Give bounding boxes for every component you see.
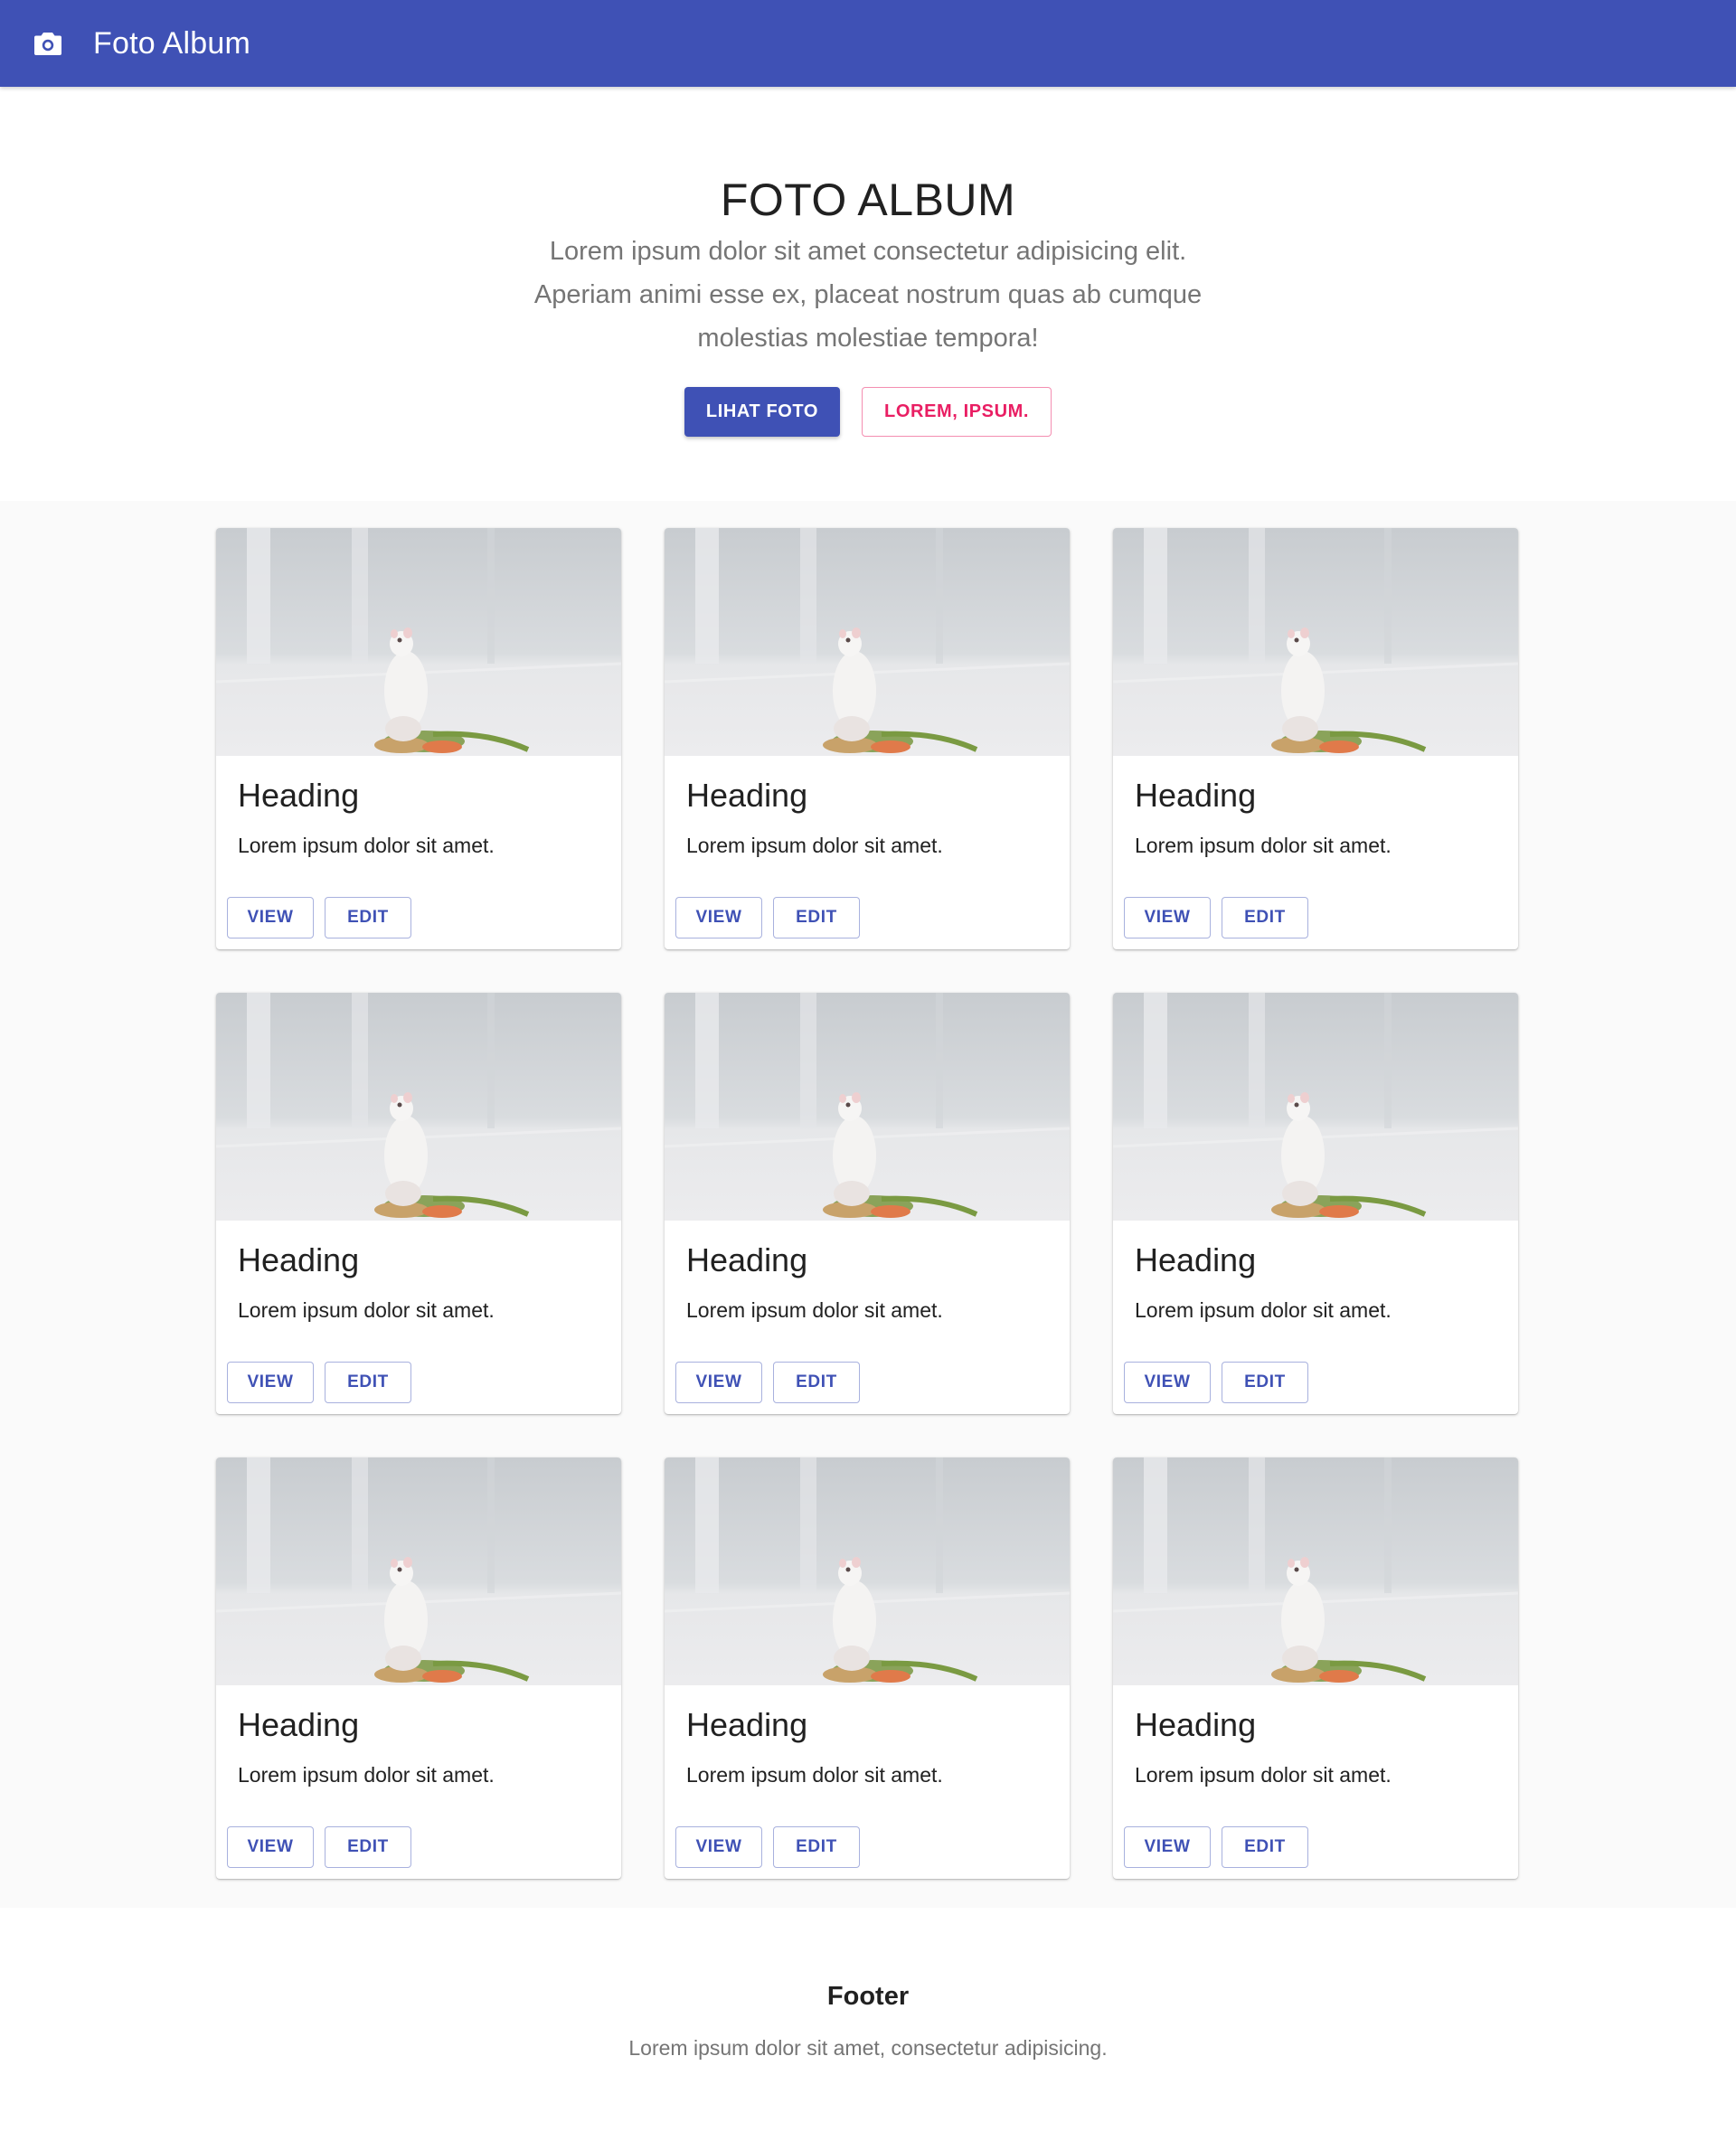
- view-button[interactable]: VIEW: [675, 1362, 762, 1403]
- footer: Footer Lorem ipsum dolor sit amet, conse…: [0, 1908, 1736, 2141]
- card-text: Lorem ipsum dolor sit amet.: [1135, 1298, 1392, 1322]
- album-card: Heading Lorem ipsum dolor sit amet. VIEW…: [1113, 528, 1518, 949]
- edit-button[interactable]: EDIT: [1222, 1826, 1308, 1868]
- album-card: Heading Lorem ipsum dolor sit amet. VIEW…: [216, 993, 621, 1414]
- card-heading: Heading: [686, 1241, 808, 1278]
- view-button[interactable]: VIEW: [1124, 1362, 1211, 1403]
- hero-actions: LIHAT FOTO LOREM, IPSUM.: [0, 387, 1736, 437]
- view-button[interactable]: VIEW: [1124, 897, 1211, 938]
- album-card: Heading Lorem ipsum dolor sit amet. VIEW…: [216, 1457, 621, 1879]
- card-image: [216, 528, 621, 756]
- card-heading: Heading: [1135, 1706, 1257, 1743]
- card-text: Lorem ipsum dolor sit amet.: [238, 834, 495, 857]
- card-text: Lorem ipsum dolor sit amet.: [1135, 1763, 1392, 1787]
- edit-button[interactable]: EDIT: [325, 1826, 411, 1868]
- view-button[interactable]: VIEW: [1124, 1826, 1211, 1868]
- lihat-foto-button[interactable]: LIHAT FOTO: [684, 387, 841, 437]
- hero-description: Lorem ipsum dolor sit amet consectetur a…: [533, 237, 1203, 353]
- edit-button[interactable]: EDIT: [773, 1826, 860, 1868]
- card-image: [665, 993, 1070, 1221]
- card-image: [1113, 528, 1518, 756]
- card-actions: VIEW EDIT: [1124, 897, 1308, 938]
- card-heading: Heading: [686, 1706, 808, 1743]
- view-button[interactable]: VIEW: [227, 1826, 314, 1868]
- edit-button[interactable]: EDIT: [1222, 897, 1308, 938]
- edit-button[interactable]: EDIT: [325, 1362, 411, 1403]
- card-heading: Heading: [238, 777, 360, 814]
- camera-icon[interactable]: [33, 28, 63, 59]
- card-actions: VIEW EDIT: [227, 1362, 411, 1403]
- card-text: Lorem ipsum dolor sit amet.: [686, 834, 943, 857]
- card-actions: VIEW EDIT: [675, 1826, 860, 1868]
- card-actions: VIEW EDIT: [1124, 1362, 1308, 1403]
- card-text: Lorem ipsum dolor sit amet.: [1135, 834, 1392, 857]
- card-actions: VIEW EDIT: [1124, 1826, 1308, 1868]
- card-text: Lorem ipsum dolor sit amet.: [238, 1763, 495, 1787]
- card-heading: Heading: [1135, 777, 1257, 814]
- card-actions: VIEW EDIT: [227, 1826, 411, 1868]
- card-image: [665, 1457, 1070, 1685]
- view-button[interactable]: VIEW: [227, 897, 314, 938]
- page-title: FOTO ALBUM: [720, 174, 1016, 225]
- card-heading: Heading: [238, 1241, 360, 1278]
- edit-button[interactable]: EDIT: [773, 897, 860, 938]
- footer-title: Footer: [826, 1982, 910, 2011]
- card-image: [216, 993, 621, 1221]
- card-image: [1113, 1457, 1518, 1685]
- card-text: Lorem ipsum dolor sit amet.: [686, 1298, 943, 1322]
- edit-button[interactable]: EDIT: [325, 897, 411, 938]
- card-heading: Heading: [686, 777, 808, 814]
- card-heading: Heading: [1135, 1241, 1257, 1278]
- album-card: Heading Lorem ipsum dolor sit amet. VIEW…: [665, 993, 1070, 1414]
- app-bar: Foto Album: [0, 0, 1736, 87]
- edit-button[interactable]: EDIT: [1222, 1362, 1308, 1403]
- card-grid: Heading Lorem ipsum dolor sit amet. VIEW…: [216, 528, 1518, 1879]
- album-card: Heading Lorem ipsum dolor sit amet. VIEW…: [665, 528, 1070, 949]
- lorem-ipsum-button[interactable]: LOREM, IPSUM.: [862, 387, 1052, 437]
- album-section: Heading Lorem ipsum dolor sit amet. VIEW…: [0, 501, 1736, 1908]
- card-text: Lorem ipsum dolor sit amet.: [238, 1298, 495, 1322]
- card-image: [1113, 993, 1518, 1221]
- view-button[interactable]: VIEW: [675, 897, 762, 938]
- card-image: [665, 528, 1070, 756]
- card-image: [216, 1457, 621, 1685]
- album-card: Heading Lorem ipsum dolor sit amet. VIEW…: [665, 1457, 1070, 1879]
- album-card: Heading Lorem ipsum dolor sit amet. VIEW…: [1113, 1457, 1518, 1879]
- album-card: Heading Lorem ipsum dolor sit amet. VIEW…: [1113, 993, 1518, 1414]
- card-actions: VIEW EDIT: [227, 897, 411, 938]
- app-title: Foto Album: [93, 25, 250, 61]
- footer-text: Lorem ipsum dolor sit amet, consectetur …: [628, 2036, 1108, 2060]
- card-heading: Heading: [238, 1706, 360, 1743]
- view-button[interactable]: VIEW: [675, 1826, 762, 1868]
- edit-button[interactable]: EDIT: [773, 1362, 860, 1403]
- card-actions: VIEW EDIT: [675, 1362, 860, 1403]
- album-card: Heading Lorem ipsum dolor sit amet. VIEW…: [216, 528, 621, 949]
- card-text: Lorem ipsum dolor sit amet.: [686, 1763, 943, 1787]
- hero-section: FOTO ALBUM Lorem ipsum dolor sit amet co…: [0, 87, 1736, 501]
- view-button[interactable]: VIEW: [227, 1362, 314, 1403]
- card-actions: VIEW EDIT: [675, 897, 860, 938]
